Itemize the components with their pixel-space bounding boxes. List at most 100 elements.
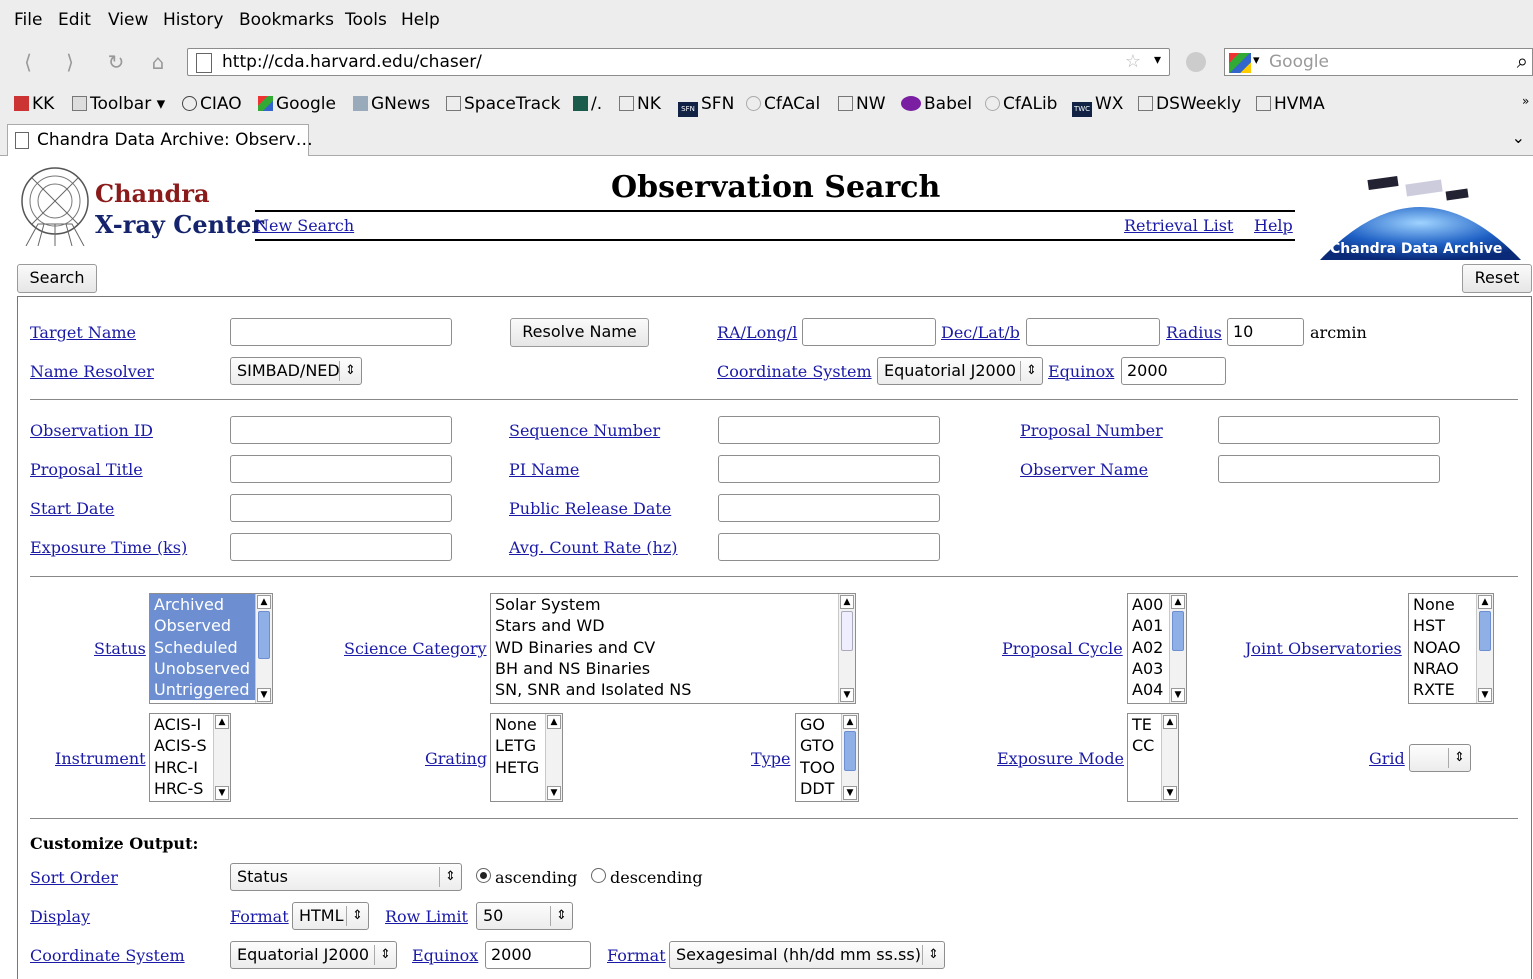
bookmark-star-icon[interactable]: ☆	[1125, 51, 1141, 72]
public-release-date-input[interactable]	[718, 494, 940, 522]
proposal-number-label[interactable]: Proposal Number	[1020, 421, 1163, 440]
search-engine-icon[interactable]	[1229, 53, 1251, 73]
scroll-up-icon[interactable]: ▲	[257, 595, 271, 609]
menu-edit[interactable]: Edit	[58, 10, 91, 30]
list-item[interactable]: Solar System	[491, 594, 855, 615]
grating-listbox[interactable]: None LETG HETG ▲ ▼	[490, 713, 563, 802]
scroll-up-icon[interactable]: ▲	[1171, 595, 1185, 609]
joint-observatories-label[interactable]: Joint Observatories	[1245, 639, 1402, 658]
scroll-up-icon[interactable]: ▲	[843, 715, 857, 729]
format-label[interactable]: Format	[230, 907, 289, 926]
scrollbar[interactable]: ▲ ▼	[255, 594, 272, 703]
bookmark-dsweekly[interactable]: DSWeekly	[1138, 94, 1241, 114]
menu-bookmarks[interactable]: Bookmarks	[239, 10, 334, 30]
sequence-number-input[interactable]	[718, 416, 940, 444]
forward-icon[interactable]: ⟩	[56, 48, 84, 76]
reset-button[interactable]: Reset	[1462, 264, 1532, 293]
scroll-thumb[interactable]	[1172, 611, 1184, 651]
science-category-listbox[interactable]: Solar System Stars and WD WD Binaries an…	[490, 593, 856, 704]
radius-input[interactable]: 10	[1227, 318, 1304, 346]
proposal-cycle-label[interactable]: Proposal Cycle	[1002, 639, 1123, 658]
scroll-down-icon[interactable]: ▼	[843, 786, 857, 800]
scroll-thumb[interactable]	[841, 611, 853, 651]
scrollbar[interactable]: ▲ ▼	[838, 594, 855, 703]
bookmark-kk[interactable]: KK	[14, 94, 54, 114]
scroll-up-icon[interactable]: ▲	[1163, 715, 1177, 729]
output-coord-system-label[interactable]: Coordinate System	[30, 946, 185, 965]
bookmark-hvma[interactable]: HVMA	[1256, 94, 1325, 114]
instrument-label[interactable]: Instrument	[55, 749, 146, 768]
pi-name-label[interactable]: PI Name	[509, 460, 579, 479]
row-limit-select[interactable]: 50 ⇕	[476, 902, 573, 930]
ascending-radio[interactable]	[476, 868, 491, 883]
list-item[interactable]: Unobserved	[150, 657, 272, 680]
bookmark-wx[interactable]: TWC WX	[1072, 94, 1123, 117]
start-date-label[interactable]: Start Date	[30, 499, 114, 518]
target-name-input[interactable]	[230, 318, 452, 346]
menu-view[interactable]: View	[108, 10, 148, 30]
sort-order-label[interactable]: Sort Order	[30, 868, 118, 887]
bookmark-nk[interactable]: NK	[619, 94, 661, 114]
scroll-down-icon[interactable]: ▼	[215, 786, 229, 800]
scroll-thumb[interactable]	[844, 731, 856, 771]
output-format-select[interactable]: Sexagesimal (hh/dd mm ss.ss) ⇕	[669, 941, 945, 969]
output-equinox-label[interactable]: Equinox	[412, 946, 478, 965]
status-label[interactable]: Status	[94, 639, 146, 658]
proposal-number-input[interactable]	[1218, 416, 1440, 444]
equinox-label[interactable]: Equinox	[1048, 362, 1114, 381]
list-item[interactable]: Untriggered	[150, 679, 272, 701]
menu-file[interactable]: File	[14, 10, 42, 30]
chevron-down-icon[interactable]: ⌄	[1512, 128, 1525, 147]
list-item[interactable]: Archived	[150, 594, 272, 616]
observation-id-input[interactable]	[230, 416, 452, 444]
new-search-link[interactable]: New Search	[255, 216, 354, 235]
list-item[interactable]: Observed	[150, 615, 272, 637]
more-bookmarks-icon[interactable]: »	[1522, 94, 1529, 108]
format-select[interactable]: HTML ⇕	[292, 902, 369, 930]
scroll-up-icon[interactable]: ▲	[215, 715, 229, 729]
back-icon[interactable]: ⟨	[14, 48, 42, 76]
sequence-number-label[interactable]: Sequence Number	[509, 421, 660, 440]
proposal-title-input[interactable]	[230, 455, 452, 483]
menu-help[interactable]: Help	[401, 10, 440, 30]
scroll-down-icon[interactable]: ▼	[1478, 688, 1492, 702]
scroll-down-icon[interactable]: ▼	[1171, 688, 1185, 702]
chevron-down-icon[interactable]: ▾	[1154, 52, 1161, 68]
bookmark-cfalib[interactable]: CfALib	[985, 94, 1057, 114]
list-item[interactable]: Stars and WD	[491, 615, 855, 636]
scroll-up-icon[interactable]: ▲	[1478, 595, 1492, 609]
list-item[interactable]: BH and NS Binaries	[491, 658, 855, 679]
science-category-label[interactable]: Science Category	[344, 639, 487, 658]
count-rate-label[interactable]: Avg. Count Rate (hz)	[509, 538, 678, 557]
list-item[interactable]: WD Binaries and CV	[491, 637, 855, 658]
list-item[interactable]: SN, SNR and Isolated NS	[491, 679, 855, 700]
scrollbar[interactable]: ▲ ▼	[1476, 594, 1493, 703]
radius-label[interactable]: Radius	[1166, 323, 1222, 342]
type-listbox[interactable]: GO GTO TOO DDT ▲ ▼	[795, 713, 859, 802]
scrollbar[interactable]: ▲ ▼	[1169, 594, 1186, 703]
exposure-time-input[interactable]	[230, 533, 452, 561]
dec-input[interactable]	[1026, 318, 1160, 346]
count-rate-input[interactable]	[718, 533, 940, 561]
output-equinox-input[interactable]: 2000	[485, 941, 591, 969]
chevron-down-icon[interactable]: ▾	[1253, 53, 1260, 68]
scroll-up-icon[interactable]: ▲	[840, 595, 854, 609]
instrument-listbox[interactable]: ACIS-I ACIS-S HRC-I HRC-S ▲ ▼	[149, 713, 231, 802]
joint-observatories-listbox[interactable]: None HST NOAO NRAO RXTE ▲ ▼	[1408, 593, 1494, 704]
scrollbar[interactable]: ▲ ▼	[841, 714, 858, 801]
search-button[interactable]: Search	[17, 264, 97, 293]
bookmark-sfn[interactable]: SFN SFN	[678, 94, 734, 117]
menu-history[interactable]: History	[163, 10, 223, 30]
bookmark-spacetrack[interactable]: SpaceTrack	[446, 94, 560, 114]
bookmark-ciao[interactable]: CIAO	[182, 94, 242, 114]
observer-name-input[interactable]	[1218, 455, 1440, 483]
type-label[interactable]: Type	[751, 749, 790, 768]
sort-order-select[interactable]: Status ⇕	[230, 863, 462, 891]
scroll-down-icon[interactable]: ▼	[840, 688, 854, 702]
target-name-label[interactable]: Target Name	[30, 323, 136, 342]
row-limit-label[interactable]: Row Limit	[385, 907, 468, 926]
bookmark-gnews[interactable]: GNews	[353, 94, 430, 114]
scroll-down-icon[interactable]: ▼	[257, 688, 271, 702]
output-format-label[interactable]: Format	[607, 946, 666, 965]
observation-id-label[interactable]: Observation ID	[30, 421, 153, 440]
